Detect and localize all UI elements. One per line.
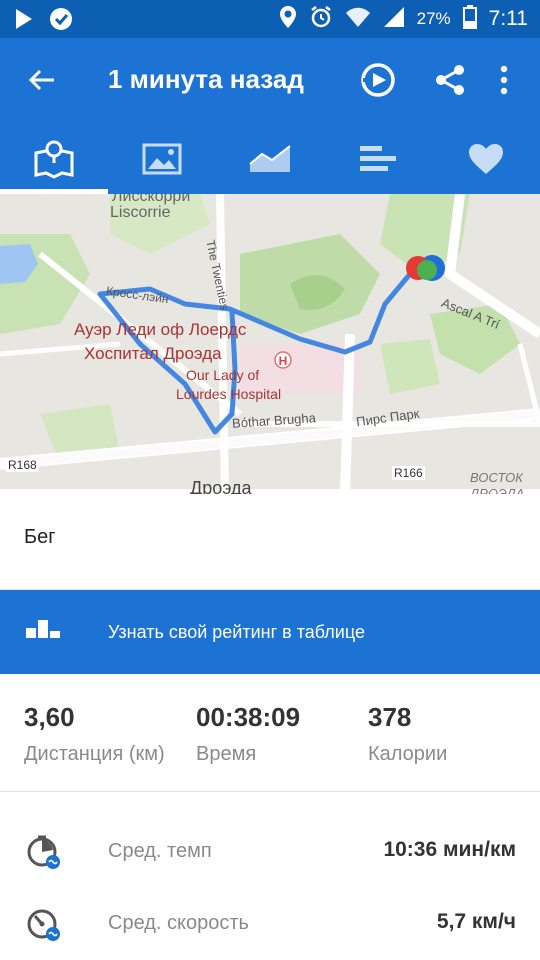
summary-stats: 3,60 Дистанция (км) 00:38:09 Время 378 К…: [0, 674, 540, 792]
app-bar: 1 минута назад: [0, 38, 540, 124]
battery-icon: [462, 4, 477, 34]
activity-type-row[interactable]: Бег: [0, 494, 540, 590]
distance-label: Дистанция (км): [24, 743, 165, 765]
avg-speed-value: 5,7 км/ч: [436, 910, 516, 933]
tab-map[interactable]: [0, 124, 108, 194]
svg-text:H: H: [279, 354, 288, 368]
tab-bar: [0, 124, 540, 194]
route-map[interactable]: H Лисскорри Liscorrie The Twenties Кросс…: [0, 194, 540, 494]
detail-row-avg-speed: Сред. скорость 5,7 км/ч: [0, 888, 540, 958]
replay-route-icon: [361, 63, 395, 97]
signal-icon: [383, 6, 405, 33]
speed-icon: [26, 906, 62, 942]
leaderboard-label: Узнать свой рейтинг в таблице: [108, 622, 365, 642]
map-canvas: H: [0, 194, 540, 494]
more-vert-icon: [500, 65, 508, 95]
battery-percent: 27%: [416, 9, 451, 28]
heart-icon: [469, 144, 503, 174]
check-badge-icon: [48, 6, 74, 37]
map-label-hospital-en-1: Our Lady of: [186, 367, 260, 383]
wifi-icon: [345, 6, 371, 33]
calories-label: Калории: [368, 743, 448, 765]
splits-icon: [360, 146, 396, 171]
share-button[interactable]: [430, 60, 470, 100]
pace-icon: [26, 834, 62, 870]
activity-type: Бег: [24, 526, 56, 548]
more-options-button[interactable]: [484, 60, 524, 100]
avg-pace-label: Сред. темп: [108, 840, 212, 862]
map-label-vostok-1: ВОСТОК: [470, 470, 523, 485]
tab-photos[interactable]: [108, 124, 216, 194]
leaderboard-banner[interactable]: Узнать свой рейтинг в таблице: [0, 590, 540, 674]
map-label-drogheda: Дроэда: [190, 478, 252, 494]
photo-icon: [142, 143, 182, 175]
map-label-liscorrie: Liscorrie: [110, 204, 171, 221]
distance-value: 3,60: [24, 702, 75, 732]
road-badge-r166: R166: [392, 466, 425, 480]
clock: 7:11: [488, 7, 528, 30]
tab-health[interactable]: [432, 124, 540, 194]
stat-calories: 378 Калории: [368, 702, 447, 766]
share-icon: [436, 65, 464, 95]
time-label: Время: [196, 743, 257, 765]
chart-icon: [249, 145, 291, 172]
replay-route-button[interactable]: [358, 60, 398, 100]
map-icon: [34, 140, 74, 179]
alarm-icon: [309, 5, 333, 34]
play-store-icon: [14, 8, 34, 35]
podium-icon: [26, 618, 60, 645]
back-button[interactable]: [22, 60, 62, 100]
time-value: 00:38:09: [196, 702, 301, 732]
map-label-hospital-ru-1: Ауэр Леди оф Лоердс: [74, 320, 247, 339]
map-label-vostok-2: ДРОЭДА: [470, 486, 525, 494]
tab-charts[interactable]: [216, 124, 324, 194]
avg-pace-value: 10:36 мин/км: [383, 838, 516, 861]
stat-distance: 3,60 Дистанция (км): [24, 702, 165, 766]
location-icon: [279, 5, 297, 34]
detail-row-avg-pace: Сред. темп 10:36 мин/км: [0, 816, 540, 886]
page-title: 1 минута назад: [108, 64, 304, 94]
calories-value: 378: [368, 702, 412, 732]
arrow-back-icon: [28, 69, 54, 91]
map-label-hospital-ru-2: Хоспитал Дроэда: [84, 344, 222, 363]
tab-splits[interactable]: [324, 124, 432, 194]
stat-time: 00:38:09 Время: [196, 702, 300, 766]
status-bar: 27% 7:11: [0, 0, 540, 38]
map-label-hospital-en-2: Lourdes Hospital: [176, 386, 282, 402]
road-badge-r168: R168: [6, 458, 39, 472]
avg-speed-label: Сред. скорость: [108, 912, 249, 934]
